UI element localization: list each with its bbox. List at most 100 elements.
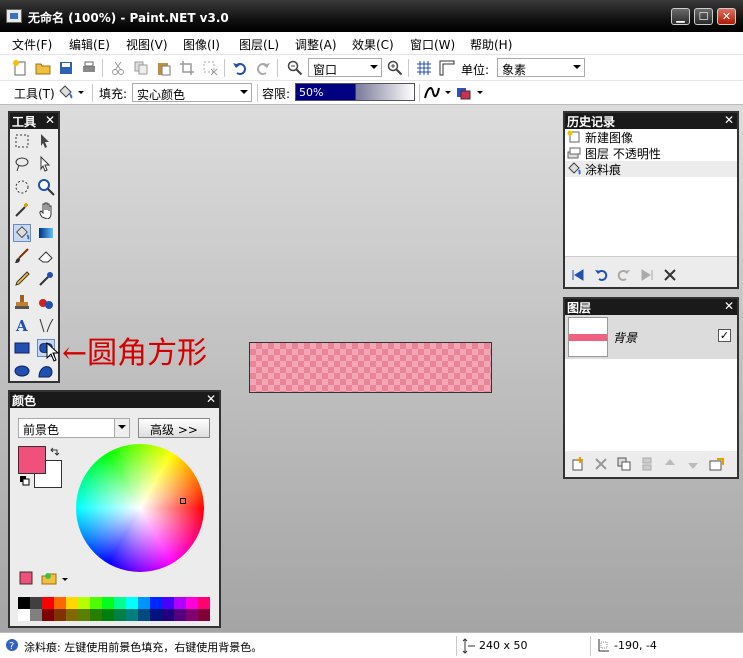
palette-swatch[interactable]	[198, 597, 210, 609]
history-panel-close-icon[interactable]: ✕	[724, 113, 734, 127]
history-item[interactable]: 新建图像	[565, 129, 737, 145]
palette-swatch[interactable]	[174, 609, 186, 621]
menu-layers[interactable]: 图层(L)	[239, 36, 279, 53]
units-combo[interactable]: 象素	[497, 58, 585, 77]
palette-swatch[interactable]	[54, 597, 66, 609]
color-picker-icon[interactable]	[37, 270, 55, 288]
freeform-shape-icon[interactable]	[37, 362, 55, 380]
blend-mode-icon[interactable]	[456, 85, 472, 101]
move-layer-down-icon[interactable]	[686, 457, 700, 471]
palette-swatch[interactable]	[30, 597, 42, 609]
copy-icon[interactable]	[133, 60, 149, 76]
ruler-icon[interactable]	[439, 60, 455, 76]
clone-stamp-icon[interactable]	[13, 293, 31, 311]
palette-swatch[interactable]	[78, 609, 90, 621]
pencil-icon[interactable]	[13, 270, 31, 288]
recolor-icon[interactable]	[37, 293, 55, 311]
palette-swatch[interactable]	[30, 609, 42, 621]
deselect-icon[interactable]	[202, 60, 218, 76]
palette-swatch[interactable]	[126, 597, 138, 609]
menu-file[interactable]: 文件(F)	[12, 36, 52, 53]
delete-history-icon[interactable]	[663, 268, 677, 282]
palette-swatch[interactable]	[174, 597, 186, 609]
menu-effects[interactable]: 效果(C)	[352, 36, 394, 53]
tool-label[interactable]: 工具(T)	[14, 85, 55, 102]
palette-swatch[interactable]	[186, 609, 198, 621]
fill-mode-combo[interactable]: 实心颜色	[132, 83, 252, 102]
grid-icon[interactable]	[416, 60, 432, 76]
gradient-icon[interactable]	[37, 224, 55, 242]
palette-swatch[interactable]	[54, 609, 66, 621]
menu-adjustments[interactable]: 调整(A)	[295, 36, 337, 53]
palette-swatch[interactable]	[42, 609, 54, 621]
palette-swatch[interactable]	[162, 609, 174, 621]
delete-layer-icon[interactable]	[594, 457, 608, 471]
eraser-icon[interactable]	[37, 247, 55, 265]
antialiasing-icon[interactable]	[424, 85, 440, 101]
tools-panel-close-icon[interactable]: ✕	[45, 113, 55, 127]
zoom-out-icon[interactable]	[287, 60, 303, 76]
ellipse-select-icon[interactable]	[13, 178, 31, 196]
paintbrush-icon[interactable]	[13, 247, 31, 265]
layer-row[interactable]: 背景 ✓	[565, 315, 737, 359]
add-layer-icon[interactable]	[571, 457, 585, 471]
save-icon[interactable]	[58, 60, 74, 76]
menu-edit[interactable]: 编辑(E)	[69, 36, 110, 53]
open-folder-icon[interactable]	[35, 60, 51, 76]
zoom-combo[interactable]: 窗口	[308, 58, 382, 77]
palette-swatch[interactable]	[66, 609, 78, 621]
primary-color-swatch[interactable]	[18, 446, 46, 474]
advanced-button[interactable]: 高级 >>	[138, 418, 210, 438]
palette-swatch[interactable]	[18, 597, 30, 609]
redo-icon[interactable]	[617, 268, 631, 282]
palette-swatch[interactable]	[162, 597, 174, 609]
reset-colors-icon[interactable]	[19, 475, 31, 487]
merge-layer-icon[interactable]	[640, 457, 654, 471]
palette-swatch[interactable]	[114, 609, 126, 621]
line-curve-icon[interactable]	[37, 316, 55, 334]
image-canvas[interactable]	[249, 342, 492, 393]
rectangle-icon[interactable]	[13, 339, 31, 357]
palette-swatch[interactable]	[150, 597, 162, 609]
color-mode-combo[interactable]: 前景色	[18, 418, 130, 438]
palette-swatch[interactable]	[102, 609, 114, 621]
redo-icon[interactable]	[255, 60, 271, 76]
palette-swatch[interactable]	[78, 597, 90, 609]
chevron-down-icon[interactable]	[477, 91, 483, 94]
palette-swatch[interactable]	[198, 609, 210, 621]
chevron-down-icon[interactable]	[62, 578, 68, 581]
maximize-button[interactable]: ☐	[694, 8, 713, 25]
menu-view[interactable]: 视图(V)	[126, 36, 168, 53]
text-tool-icon[interactable]: A	[13, 316, 31, 334]
palette-swatch[interactable]	[66, 597, 78, 609]
palette-swatch[interactable]	[186, 597, 198, 609]
palette-swatch[interactable]	[138, 609, 150, 621]
history-item[interactable]: 图层 不透明性	[565, 145, 737, 161]
zoom-in-icon[interactable]	[387, 60, 403, 76]
crop-icon[interactable]	[179, 60, 195, 76]
move-layer-up-icon[interactable]	[663, 457, 677, 471]
move-selected-pixels-icon[interactable]	[37, 132, 55, 150]
palette-swatch[interactable]	[138, 597, 150, 609]
color-wheel[interactable]	[76, 444, 204, 572]
palette-swatch[interactable]	[18, 609, 30, 621]
palette-swatch[interactable]	[90, 609, 102, 621]
menu-window[interactable]: 窗口(W)	[410, 36, 455, 53]
layer-properties-icon[interactable]	[709, 457, 725, 471]
zoom-icon[interactable]	[37, 178, 55, 196]
add-to-palette-icon[interactable]	[18, 570, 34, 586]
duplicate-layer-icon[interactable]	[617, 457, 631, 471]
fast-forward-icon[interactable]	[640, 268, 654, 282]
chevron-down-icon[interactable]	[78, 91, 84, 94]
layer-visibility-checkbox[interactable]: ✓	[718, 329, 731, 342]
palette-swatch[interactable]	[150, 609, 162, 621]
palette-swatch[interactable]	[90, 597, 102, 609]
magic-wand-icon[interactable]	[13, 201, 31, 219]
paste-icon[interactable]	[156, 60, 172, 76]
undo-icon[interactable]	[594, 268, 608, 282]
ellipse-icon[interactable]	[13, 362, 31, 380]
layers-panel-close-icon[interactable]: ✕	[724, 299, 734, 313]
close-button[interactable]: ✕	[717, 8, 736, 25]
palette-menu-icon[interactable]	[40, 570, 58, 586]
paint-bucket-icon[interactable]	[57, 84, 73, 100]
